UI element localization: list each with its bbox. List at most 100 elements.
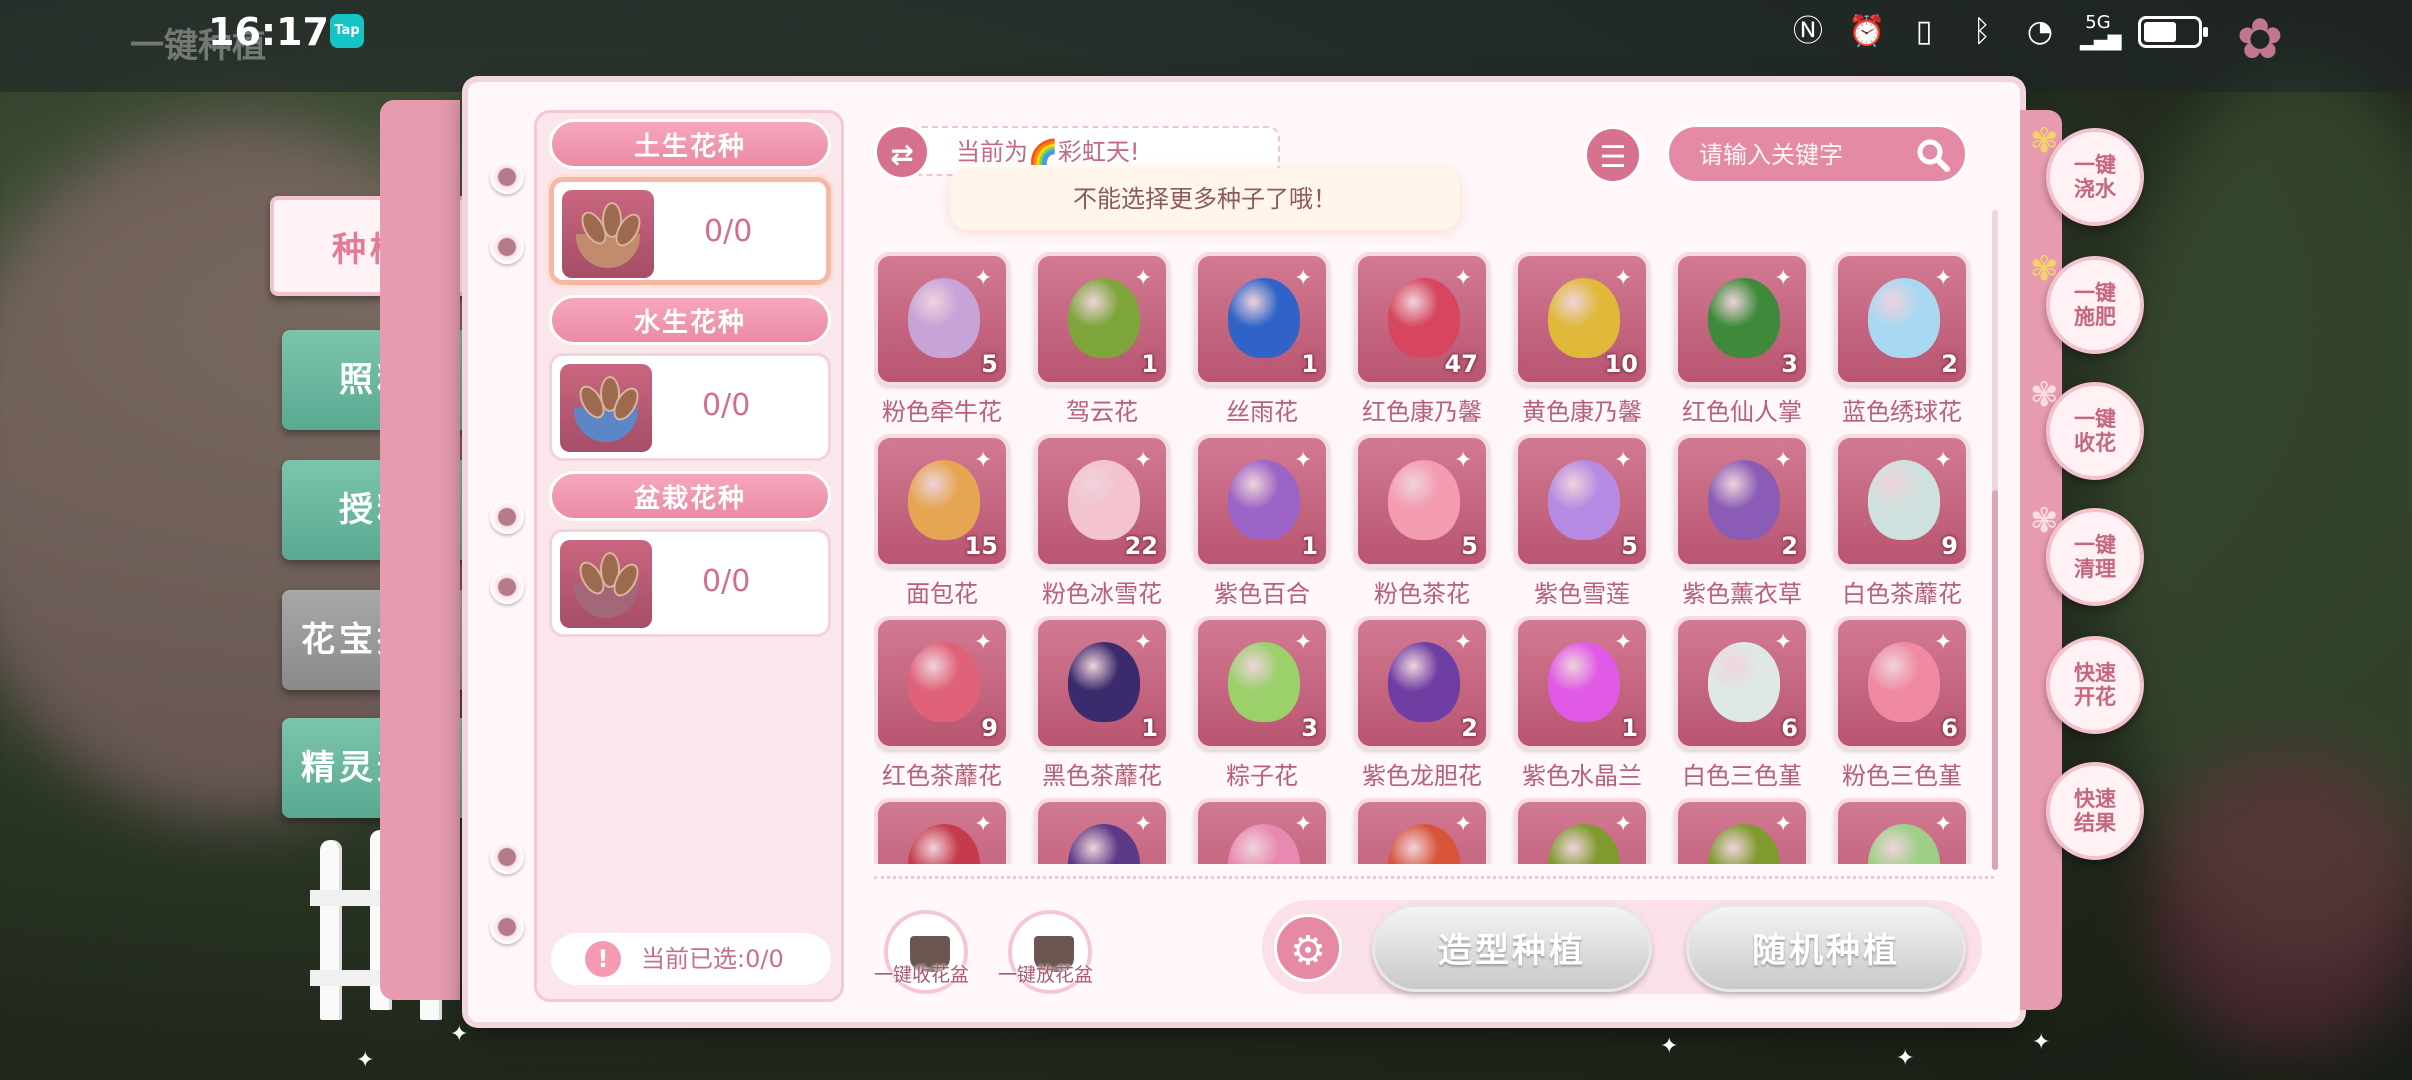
seed-tile[interactable]: ✦ 3 xyxy=(1194,616,1330,750)
random-plant-button[interactable]: 随机种植 xyxy=(1686,904,1966,992)
seed-item[interactable]: ✦ 9 红色茶蘼花 xyxy=(874,616,1010,798)
seed-tile[interactable]: ✦ xyxy=(1674,798,1810,864)
seed-item[interactable]: ✦ xyxy=(1354,798,1490,864)
category-count: 0/0 xyxy=(704,214,753,249)
seed-tile[interactable]: ✦ 1 xyxy=(1514,616,1650,750)
seed-tile[interactable]: ✦ 3 xyxy=(1674,252,1810,386)
seed-item[interactable]: ✦ 1 丝雨花 xyxy=(1194,252,1330,434)
seed-count: 2 xyxy=(1941,350,1958,378)
flower-menu-icon[interactable]: ✿ xyxy=(2230,10,2290,70)
search-icon[interactable] xyxy=(1913,135,1953,175)
seed-name: 驾云花 xyxy=(1066,398,1138,426)
seed-tile[interactable]: ✦ 5 xyxy=(1514,434,1650,568)
seed-tile[interactable]: ✦ 47 xyxy=(1354,252,1490,386)
seed-tile[interactable]: ✦ 2 xyxy=(1354,616,1490,750)
seed-item[interactable]: ✦ 5 紫色雪莲 xyxy=(1514,434,1650,616)
flower-seed-icon xyxy=(1228,824,1300,864)
seed-name: 紫色薰衣草 xyxy=(1682,580,1802,608)
sparkle-icon: ✦ xyxy=(450,1022,469,1047)
seed-item[interactable]: ✦ 1 驾云花 xyxy=(1034,252,1170,434)
seed-item[interactable]: ✦ xyxy=(874,798,1010,864)
seed-item[interactable]: ✦ xyxy=(1834,798,1970,864)
seed-tile[interactable]: ✦ 5 xyxy=(1354,434,1490,568)
sparkle-icon: ✦ xyxy=(1774,266,1793,291)
settings-gear-icon[interactable]: ⚙ xyxy=(1274,914,1342,982)
binder-ring xyxy=(490,230,524,264)
seed-tile[interactable]: ✦ 1 xyxy=(1194,434,1330,568)
sort-button[interactable]: ☰ xyxy=(1584,126,1642,184)
weather-toggle-icon[interactable]: ⇄ xyxy=(874,124,930,180)
seed-count: 5 xyxy=(981,350,998,378)
sparkle-icon: ✦ xyxy=(1454,630,1473,655)
seed-item[interactable]: ✦ 1 紫色百合 xyxy=(1194,434,1330,616)
sparkle-icon: ✦ xyxy=(1134,812,1153,837)
quick-harvest-label: 一键收花 xyxy=(2074,407,2116,455)
seed-item[interactable]: ✦ 1 黑色茶蘼花 xyxy=(1034,616,1170,798)
seed-tile[interactable]: ✦ 15 xyxy=(874,434,1010,568)
seed-item[interactable]: ✦ xyxy=(1194,798,1330,864)
search-input[interactable] xyxy=(1699,137,1899,173)
sparkle-icon: ✦ xyxy=(1614,266,1633,291)
category-count: 0/0 xyxy=(702,564,751,599)
seed-tile[interactable]: ✦ 1 xyxy=(1034,616,1170,750)
seed-tile[interactable]: ✦ xyxy=(1834,798,1970,864)
sparkle-icon: ✦ xyxy=(1294,266,1313,291)
category-header-soil[interactable]: 土生花种 xyxy=(549,119,831,169)
category-card-pot[interactable]: 0/0 xyxy=(549,529,831,637)
taptap-icon: Tap xyxy=(330,14,364,48)
seed-tile[interactable]: ✦ 1 xyxy=(1034,252,1170,386)
fast-fruit-button[interactable]: 快速结果 xyxy=(2046,762,2144,860)
system-icons: Ⓝ ⏰ ▯ ᛒ ◔ 5G ▂▄▆ xyxy=(1790,12,2208,52)
category-card-soil[interactable]: 0/0 xyxy=(549,177,831,285)
seed-tile[interactable]: ✦ 9 xyxy=(874,616,1010,750)
scrollbar-thumb[interactable] xyxy=(1992,490,1998,870)
seed-item[interactable]: ✦ 6 粉色三色堇 xyxy=(1834,616,1970,798)
seed-item[interactable]: ✦ 3 红色仙人掌 xyxy=(1674,252,1810,434)
seed-item[interactable]: ✦ 47 红色康乃馨 xyxy=(1354,252,1490,434)
seed-tile[interactable]: ✦ 5 xyxy=(874,252,1010,386)
seed-tile[interactable]: ✦ 9 xyxy=(1834,434,1970,568)
seed-item[interactable]: ✦ 6 白色三色堇 xyxy=(1674,616,1810,798)
seed-tile[interactable]: ✦ xyxy=(1034,798,1170,864)
category-header-water[interactable]: 水生花种 xyxy=(549,295,831,345)
seed-item[interactable]: ✦ 1 紫色水晶兰 xyxy=(1514,616,1650,798)
flower-seed-icon xyxy=(1548,642,1620,722)
seed-item[interactable]: ✦ 2 紫色薰衣草 xyxy=(1674,434,1810,616)
grid-scrollbar[interactable] xyxy=(1992,210,1998,870)
seed-tile[interactable]: ✦ 6 xyxy=(1674,616,1810,750)
seed-tile[interactable]: ✦ 2 xyxy=(1834,252,1970,386)
seed-tile[interactable]: ✦ 22 xyxy=(1034,434,1170,568)
seed-tile[interactable]: ✦ xyxy=(1354,798,1490,864)
seed-item[interactable]: ✦ xyxy=(1514,798,1650,864)
seed-item[interactable]: ✦ 22 粉色冰雪花 xyxy=(1034,434,1170,616)
flower-seed-icon xyxy=(908,642,980,722)
flower-seed-icon xyxy=(1708,460,1780,540)
seed-item[interactable]: ✦ 2 紫色龙胆花 xyxy=(1354,616,1490,798)
seed-item[interactable]: ✦ 10 黄色康乃馨 xyxy=(1514,252,1650,434)
seed-item[interactable]: ✦ xyxy=(1674,798,1810,864)
seed-tile[interactable]: ✦ 10 xyxy=(1514,252,1650,386)
seed-item[interactable]: ✦ 5 粉色牵牛花 xyxy=(874,252,1010,434)
category-card-water[interactable]: 0/0 xyxy=(549,353,831,461)
fast-bloom-button[interactable]: 快速开花 xyxy=(2046,636,2144,734)
category-header-pot[interactable]: 盆栽花种 xyxy=(549,471,831,521)
seed-tile[interactable]: ✦ xyxy=(1514,798,1650,864)
styled-plant-button[interactable]: 造型种植 xyxy=(1372,904,1652,992)
seed-item[interactable]: ✦ 3 粽子花 xyxy=(1194,616,1330,798)
seed-item[interactable]: ✦ xyxy=(1034,798,1170,864)
seed-count: 1 xyxy=(1621,714,1638,742)
seed-name: 面包花 xyxy=(906,580,978,608)
seed-tile[interactable]: ✦ 2 xyxy=(1674,434,1810,568)
seed-item[interactable]: ✦ 15 面包花 xyxy=(874,434,1010,616)
seed-tile[interactable]: ✦ 1 xyxy=(1194,252,1330,386)
seed-item[interactable]: ✦ 9 白色茶蘼花 xyxy=(1834,434,1970,616)
selected-count-bar: ! 当前已选:0/0 xyxy=(551,933,831,985)
seed-item[interactable]: ✦ 2 蓝色绣球花 xyxy=(1834,252,1970,434)
flower-seed-icon xyxy=(1228,278,1300,358)
seed-name: 白色三色堇 xyxy=(1682,762,1802,790)
sparkle-icon: ✦ xyxy=(974,448,993,473)
seed-tile[interactable]: ✦ xyxy=(1194,798,1330,864)
seed-item[interactable]: ✦ 5 粉色茶花 xyxy=(1354,434,1490,616)
seed-tile[interactable]: ✦ 6 xyxy=(1834,616,1970,750)
seed-tile[interactable]: ✦ xyxy=(874,798,1010,864)
